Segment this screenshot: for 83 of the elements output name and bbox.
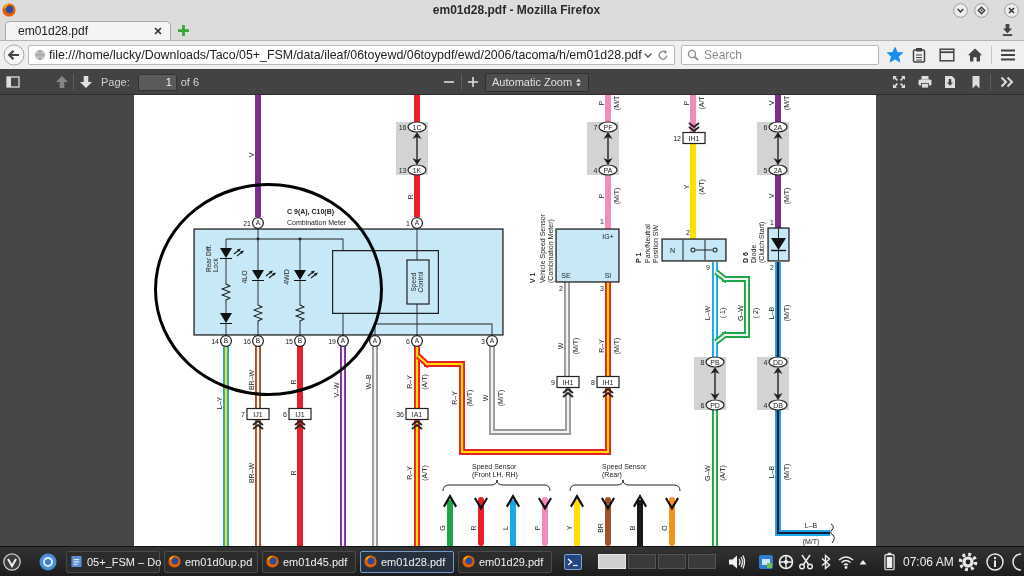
double-arrow-icon <box>412 132 422 165</box>
page-number-field[interactable]: 1 <box>137 73 177 91</box>
sidebar-toggle-icon[interactable] <box>6 75 20 89</box>
desktop-thumbnail[interactable] <box>688 554 716 569</box>
sensor-housing <box>555 228 620 283</box>
minimize-icon[interactable] <box>953 2 968 18</box>
taskbar-button[interactable]: em01d29.pdf <box>458 550 552 573</box>
crosshair-icon[interactable] <box>778 553 794 570</box>
diode-icon <box>220 313 232 324</box>
star-icon[interactable] <box>887 47 903 63</box>
resistor-icon <box>221 282 231 303</box>
double-arrow-icon <box>773 367 783 400</box>
round-button-icon[interactable] <box>1012 552 1024 571</box>
v-notch-icon <box>601 497 615 511</box>
browser-logo-icon <box>2 3 16 17</box>
page-count: of 6 <box>180 76 200 88</box>
reading-list-icon[interactable] <box>911 47 927 63</box>
taskbar-button[interactable]: em01d45.pdf <box>262 550 356 573</box>
info-icon[interactable] <box>985 552 1004 571</box>
next-page-icon[interactable] <box>79 75 93 89</box>
resistor-icon <box>253 303 263 324</box>
download-icon[interactable] <box>1001 23 1014 36</box>
maximize-icon[interactable] <box>974 2 989 18</box>
wifi-icon[interactable] <box>838 553 854 570</box>
v-notch-icon <box>665 497 679 511</box>
reload-icon[interactable] <box>657 49 669 61</box>
updown-caret-icon <box>575 76 582 88</box>
page-label: Page: <box>101 76 130 88</box>
start-menu-icon[interactable] <box>3 552 21 571</box>
clock[interactable]: 07:06 AM <box>903 554 954 569</box>
window-title: em01d28.pdf - Mozilla Firefox <box>432 3 601 17</box>
file-manager-icon <box>70 555 83 568</box>
globe-icon <box>35 50 45 60</box>
terminal-icon[interactable] <box>564 553 582 570</box>
app-tray-icon[interactable] <box>758 553 774 570</box>
home-icon[interactable] <box>967 47 983 63</box>
settings-gear-icon[interactable] <box>957 551 978 572</box>
v-notch-icon <box>538 497 552 511</box>
search-field[interactable]: Search <box>681 45 879 65</box>
browser-logo-icon <box>266 555 279 568</box>
arrowhead-icon <box>570 494 584 508</box>
zoom-in-icon[interactable] <box>467 76 479 88</box>
scissors-icon[interactable] <box>798 553 814 570</box>
arrowhead-icon <box>633 494 647 508</box>
close-icon[interactable] <box>1004 2 1019 18</box>
zoom-select[interactable]: Automatic Zoom <box>485 72 589 92</box>
battery-icon[interactable] <box>884 552 895 571</box>
launcher-icon[interactable] <box>39 552 57 571</box>
double-chevron-icon[interactable] <box>1000 75 1014 89</box>
url-field[interactable]: file:///home/lucky/Downloads/Taco/05+_FSM/data/ileaf/06toyewd/06toypdf/ewd/2006/tacoma/h/em01d28.pdf <box>28 45 675 65</box>
led-icon <box>252 270 276 281</box>
volume-icon[interactable] <box>728 552 746 571</box>
browser-logo-icon <box>168 555 181 568</box>
close-icon[interactable] <box>154 27 162 35</box>
switch-housing <box>661 238 727 262</box>
resistor-icon <box>295 303 305 324</box>
double-arrow-icon <box>773 132 783 165</box>
taskbar-button[interactable]: em01d28.pdf <box>360 550 454 573</box>
desktop-thumbnail[interactable] <box>658 554 686 569</box>
search-icon <box>687 49 699 61</box>
double-arrow-icon <box>603 132 613 165</box>
arrowhead-icon <box>443 494 457 508</box>
print-icon[interactable] <box>918 75 932 89</box>
browser-logo-icon <box>364 555 377 568</box>
desktop-thumbnail[interactable] <box>628 554 656 569</box>
fullscreen-icon[interactable] <box>892 75 906 89</box>
wire-end-mark <box>830 523 835 544</box>
browser-tab[interactable]: em01d28.pdf <box>5 21 171 40</box>
double-arrow-icon <box>710 367 720 400</box>
switch-contact-icon <box>690 247 718 253</box>
led-icon <box>294 270 318 281</box>
arrowhead-icon <box>506 494 520 508</box>
led-icon <box>220 248 244 259</box>
back-icon[interactable] <box>3 44 25 66</box>
v-notch-icon <box>474 497 488 511</box>
dropdown-caret-icon[interactable] <box>643 50 653 60</box>
save-icon[interactable] <box>943 75 957 89</box>
taskbar-button[interactable]: em01d0up.pd <box>164 550 258 573</box>
menu-icon[interactable] <box>1000 47 1016 63</box>
browser-logo-icon <box>462 555 475 568</box>
speed-control-box <box>406 259 430 305</box>
taskbar-button[interactable]: 05+_FSM – Do <box>66 550 160 573</box>
window-icon[interactable] <box>939 47 955 63</box>
